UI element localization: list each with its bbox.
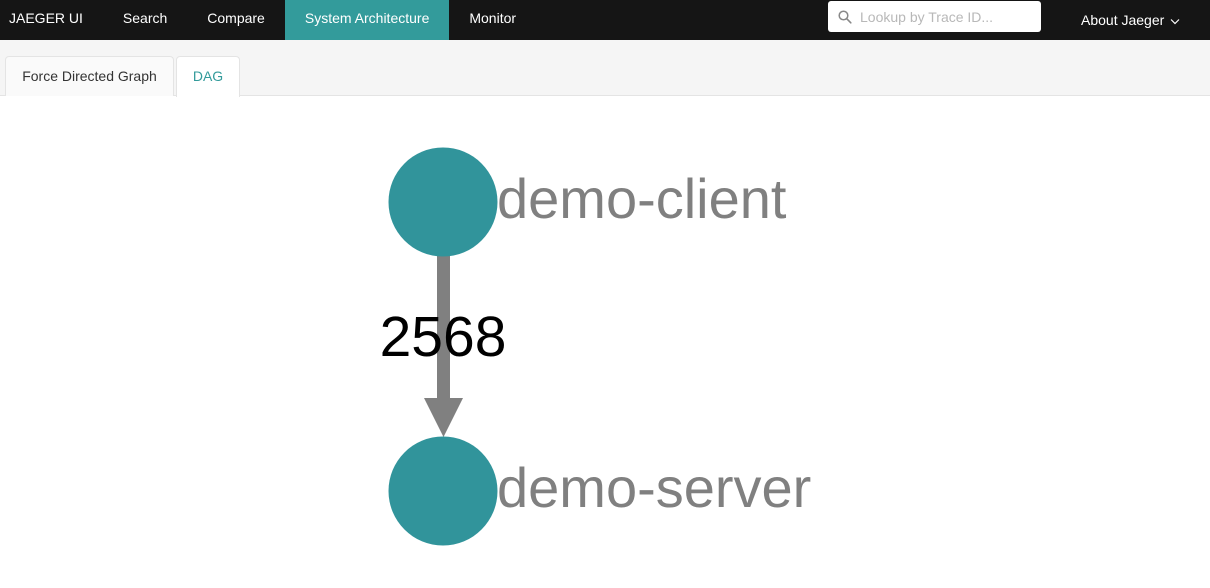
nav-search[interactable]: Search	[103, 0, 187, 40]
about-jaeger-label: About Jaeger	[1081, 12, 1165, 28]
trace-id-input[interactable]	[858, 7, 1032, 26]
top-nav-bar: JAEGER UI Search Compare System Architec…	[0, 0, 1210, 40]
tab-dag[interactable]: DAG	[176, 56, 240, 97]
about-jaeger-menu[interactable]: About Jaeger	[1081, 0, 1180, 40]
node-label-demo-server: demo-server	[497, 456, 811, 519]
node-label-demo-client: demo-client	[497, 167, 787, 230]
node-demo-server[interactable]	[388, 436, 498, 546]
nav-system-architecture[interactable]: System Architecture	[284, 0, 450, 40]
edge-label: 2568	[380, 305, 507, 369]
dag-graph: 2568 demo-client demo-server	[380, 147, 811, 546]
nav-monitor[interactable]: Monitor	[449, 0, 536, 40]
edge-arrowhead	[424, 398, 463, 437]
chevron-down-icon	[1170, 18, 1180, 24]
brand-link[interactable]: JAEGER UI	[0, 0, 92, 40]
trace-id-search[interactable]	[828, 1, 1041, 32]
nav-compare[interactable]: Compare	[187, 0, 285, 40]
view-tabs: Force Directed Graph DAG	[0, 40, 1210, 97]
search-icon	[838, 9, 852, 24]
node-demo-client[interactable]	[388, 147, 498, 257]
tab-force-directed-graph[interactable]: Force Directed Graph	[5, 56, 174, 96]
